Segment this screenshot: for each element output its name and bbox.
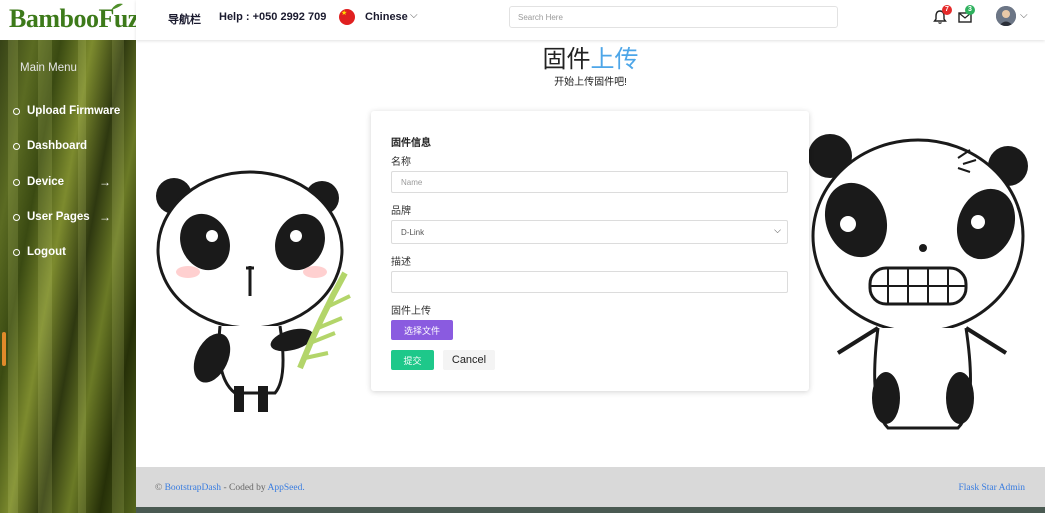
submit-button[interactable]: 提交 (391, 350, 434, 370)
page-title: 固件上传 (136, 39, 1045, 74)
coded-by-text: - Coded by (223, 483, 266, 493)
nav-label[interactable]: 导航栏 (168, 11, 201, 27)
bottom-strip (136, 507, 1045, 513)
chevron-down-icon[interactable]: ⌵ (410, 10, 418, 21)
panda-illustration-left (156, 170, 351, 412)
sidebar-item-label: Upload Firmware (27, 105, 121, 117)
message-badge: 3 (965, 5, 975, 15)
chevron-down-icon[interactable]: ⌵ (1020, 10, 1028, 21)
page-title-main: 固件 (542, 46, 591, 73)
help-phone: Help : +050 2992 709 (219, 11, 327, 23)
page-subtitle: 开始上传固件吧! (554, 77, 627, 88)
sidebar-item-user-pages[interactable]: User Pages → (13, 208, 111, 226)
firmware-form-card: 固件信息 名称 品牌 D-Link ⌵ 描述 固件上传 选择文件 提交 Canc… (371, 111, 809, 391)
notification-badge: 7 (942, 5, 952, 15)
sidebar-item-label: User Pages (27, 211, 90, 223)
footer: © BootstrapDash - Coded by AppSeed. Flas… (136, 467, 1045, 507)
copyright-symbol: © (155, 483, 163, 493)
sidebar: BambooFuzz Main Menu Upload Firmware Das… (0, 0, 136, 513)
appseed-link[interactable]: AppSeed. (268, 483, 305, 493)
sidebar-scrollbar[interactable] (2, 332, 6, 366)
upload-label: 固件上传 (391, 306, 431, 317)
sidebar-item-device[interactable]: Device → (13, 173, 111, 191)
bamboo-stalk (112, 0, 124, 513)
circle-icon (13, 248, 20, 256)
arrow-right-icon: → (99, 210, 111, 224)
language-selector[interactable]: Chinese (365, 11, 408, 23)
circle-icon (13, 142, 20, 150)
top-navbar: 导航栏 Help : +050 2992 709 ★ Chinese ⌵ 7 3… (136, 0, 1045, 40)
sidebar-item-dashboard[interactable]: Dashboard (13, 137, 87, 155)
avatar[interactable] (996, 6, 1016, 26)
brand-selected-value: D-Link (401, 227, 425, 237)
page-title-highlight: 上传 (590, 46, 639, 73)
arrow-right-icon: → (99, 175, 111, 189)
form-section-title: 固件信息 (391, 138, 431, 149)
circle-icon (13, 213, 20, 221)
menu-title: Main Menu (20, 62, 77, 74)
panda-illustration-right (808, 134, 1028, 430)
china-flag-icon: ★ (339, 9, 355, 25)
logo-area[interactable]: BambooFuzz (0, 0, 136, 40)
sidebar-item-label: Device (27, 176, 65, 188)
brand-label: 品牌 (391, 206, 411, 217)
circle-icon (13, 178, 20, 186)
user-avatar-icon (996, 6, 1016, 26)
bootstrapdash-link[interactable]: BootstrapDash (165, 483, 221, 493)
chevron-down-icon: ⌵ (774, 225, 781, 235)
bamboo-leaf-icon (111, 3, 123, 10)
sidebar-item-upload-firmware[interactable]: Upload Firmware (13, 102, 120, 120)
sidebar-item-label: Logout (27, 246, 66, 258)
sidebar-item-logout[interactable]: Logout (13, 243, 66, 261)
choose-file-button[interactable]: 选择文件 (391, 320, 453, 340)
cancel-button[interactable]: Cancel (443, 350, 495, 370)
flask-star-admin-link[interactable]: Flask Star Admin (958, 483, 1025, 493)
name-input[interactable] (391, 171, 788, 193)
description-label: 描述 (391, 257, 411, 268)
bamboo-stalk (78, 0, 86, 513)
footer-credits: © BootstrapDash - Coded by AppSeed. (155, 483, 305, 493)
name-label: 名称 (391, 157, 411, 168)
brand-select[interactable]: D-Link ⌵ (391, 220, 788, 244)
description-input[interactable] (391, 271, 788, 293)
circle-icon (13, 107, 20, 115)
search-input[interactable] (509, 6, 838, 28)
sidebar-item-label: Dashboard (27, 140, 88, 152)
